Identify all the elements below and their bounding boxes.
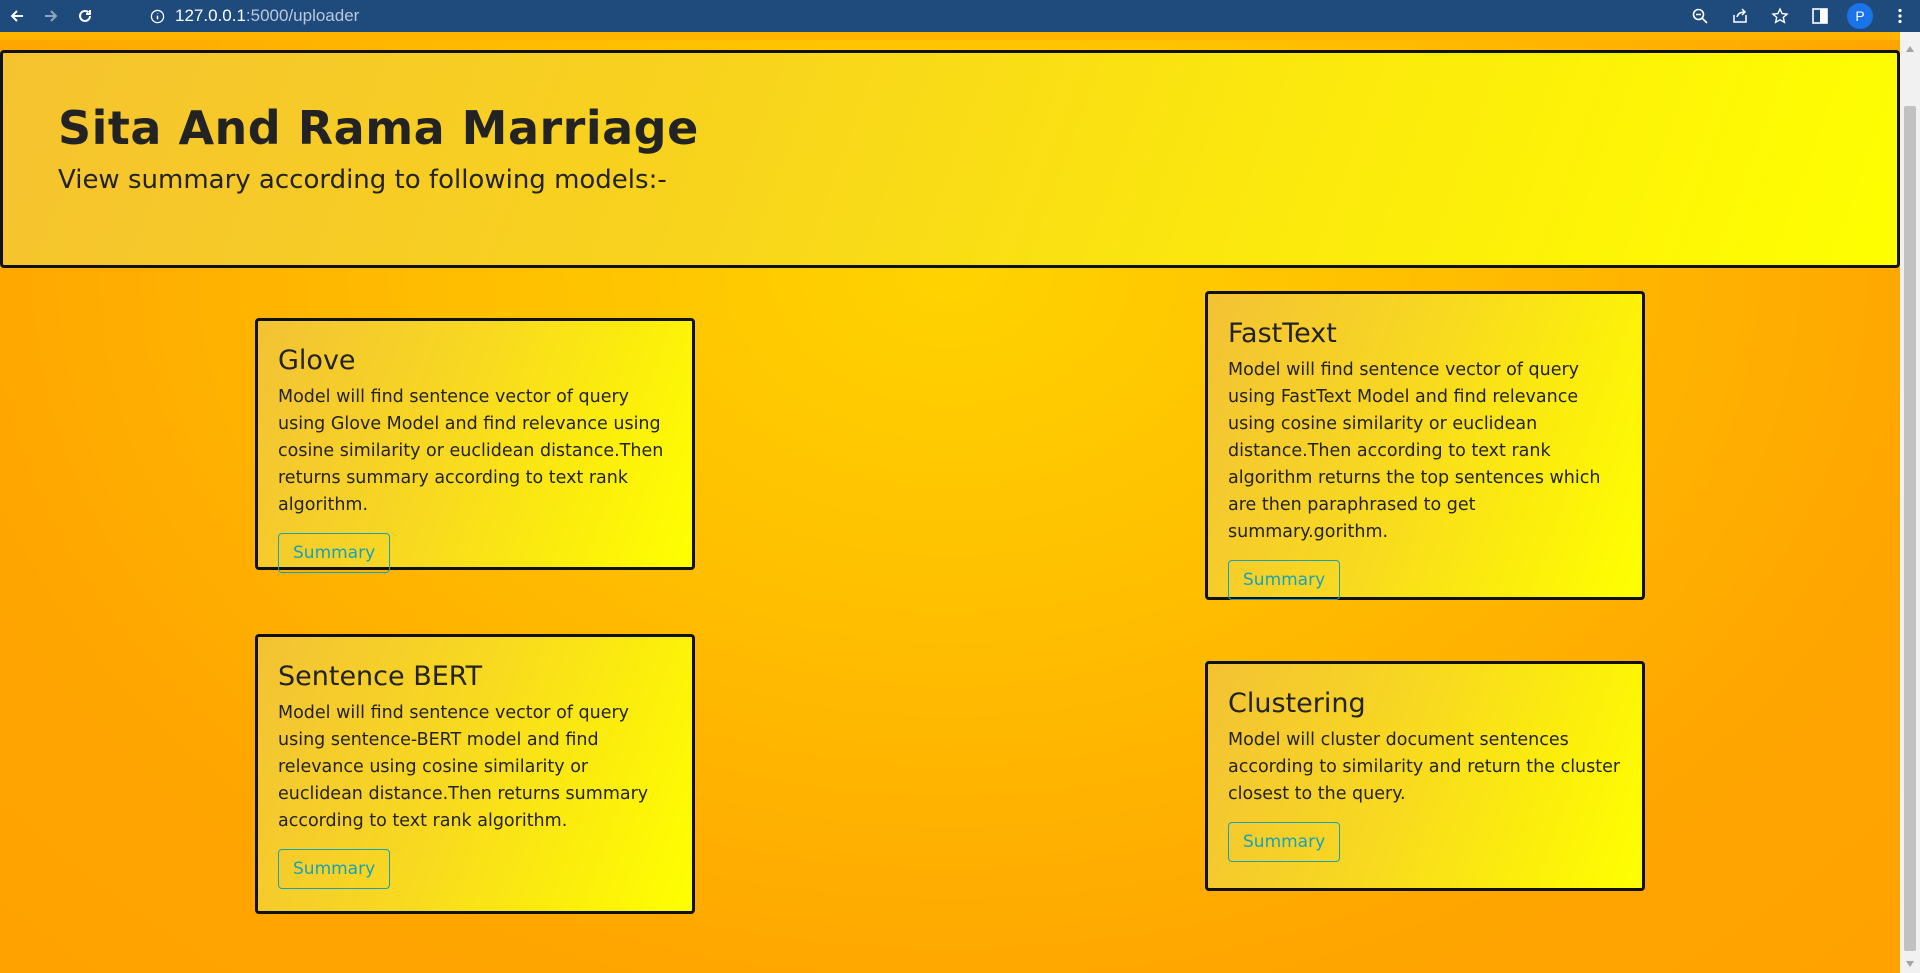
card-description: Model will cluster document sentences ac… [1228,730,1621,804]
star-icon[interactable] [1760,0,1800,32]
page-subtitle: View summary according to following mode… [58,165,667,195]
page-title: Sita And Rama Marriage [58,101,699,155]
fasttext-summary-button[interactable]: Summary [1228,560,1341,600]
browser-toolbar: 127.0.0.1:5000/uploader P [0,0,1920,32]
profile-avatar[interactable]: P [1840,0,1880,32]
sidepanel-icon[interactable] [1800,0,1840,32]
card-fasttext: FastText Model will find sentence vector… [1205,291,1645,600]
card-title: FastText [1228,318,1337,349]
card-glove: Glove Model will find sentence vector of… [255,318,695,573]
share-icon[interactable] [1720,0,1760,32]
card-sentence-bert: Sentence BERT Model will find sentence v… [255,634,695,914]
card-title: Sentence BERT [278,661,483,692]
card-description: Model will find sentence vector of query… [1228,360,1601,542]
sentence-bert-summary-button[interactable]: Summary [278,849,391,889]
scroll-down-icon[interactable] [1900,955,1920,973]
zoom-icon[interactable] [1680,0,1720,32]
menu-icon[interactable] [1880,0,1920,32]
reload-icon[interactable] [68,0,102,32]
vertical-scrollbar[interactable] [1900,40,1920,973]
url-text: 127.0.0.1:5000/uploader [175,6,360,25]
card-title: Glove [278,345,356,376]
back-icon[interactable] [0,0,34,32]
clustering-summary-button[interactable]: Summary [1228,822,1341,862]
page-top-strip [0,32,1900,40]
card-clustering: Clustering Model will cluster document s… [1205,661,1645,891]
header-banner: Sita And Rama Marriage View summary acco… [0,50,1900,268]
card-title: Clustering [1228,688,1366,719]
glove-summary-button[interactable]: Summary [278,533,391,573]
scroll-up-icon[interactable] [1900,40,1920,58]
card-description: Model will find sentence vector of query… [278,703,649,831]
info-icon[interactable] [145,2,169,30]
card-description: Model will find sentence vector of query… [278,387,664,515]
forward-icon[interactable] [34,0,68,32]
address-bar[interactable]: 127.0.0.1:5000/uploader [135,2,1655,30]
scroll-thumb[interactable] [1904,106,1916,951]
